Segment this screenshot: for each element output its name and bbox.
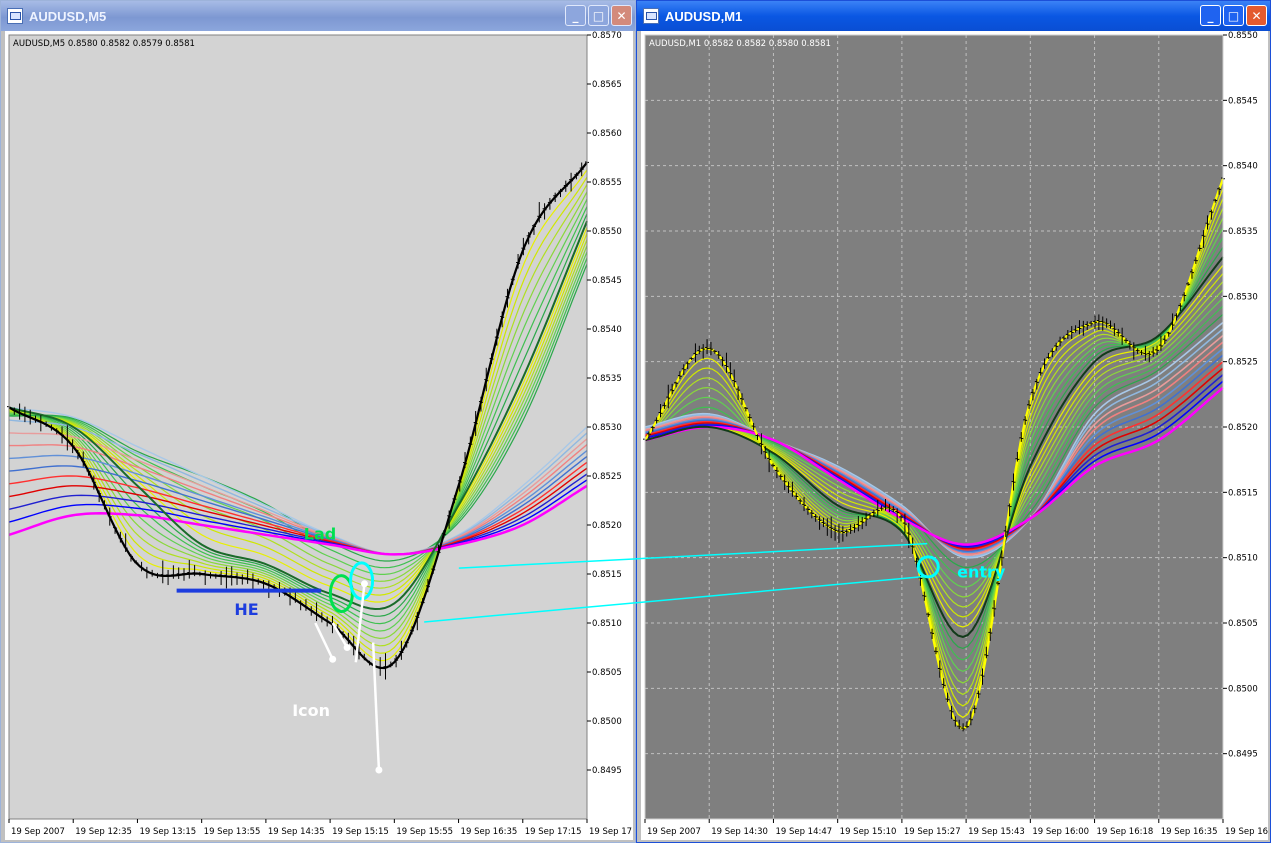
right-chart-area[interactable]: 0.8550 0.8545 0.8540 0.8535 0.8530 0.8525 0.85… [641,31,1268,840]
icon-arrow-head [329,655,337,663]
y-tick-label: 0.8565 [592,80,622,90]
x-tick-label: 19 Sep 16:35 [461,827,518,837]
y-tick-label: 0.8495 [1228,750,1258,760]
minimize-button[interactable]: _ [565,5,586,26]
he-label: HE [234,600,258,619]
y-tick-label: 0.8525 [592,472,622,482]
y-tick-label: 0.8540 [592,325,622,335]
chart-window-icon [643,8,659,24]
y-tick-label: 0.8530 [592,423,622,433]
icon-arrow-head [375,766,383,774]
y-tick-label: 0.8515 [592,570,622,580]
entry-label: entry [957,562,1006,581]
chart-window-icon [7,8,23,24]
m1-chart[interactable]: 0.8550 0.8545 0.8540 0.8535 0.8530 0.8525 0.85… [641,31,1268,840]
y-tick-label: 0.8550 [1228,31,1258,41]
x-tick-label: 19 Sep 14:35 [268,827,325,837]
x-tick-label: 19 Sep 16:00 [1032,827,1089,837]
x-tick-label: 19 Sep 2007 [11,827,65,837]
y-tick-label: 0.8535 [1228,227,1258,237]
x-tick-label: 19 Sep 15:43 [968,827,1025,837]
y-tick-label: 0.8545 [592,276,622,286]
y-tick-label: 0.8510 [1228,554,1258,564]
icon-arrow-head [343,644,351,651]
y-tick-label: 0.8570 [592,31,622,41]
x-tick-label: 19 Sep 13:55 [204,827,261,837]
chart-header-label: AUDUSD,M5 0.8580 0.8582 0.8579 0.8581 [13,39,195,49]
y-tick-label: 0.8495 [592,766,622,776]
minimize-button[interactable]: _ [1200,5,1221,26]
y-tick-label: 0.8560 [592,129,622,139]
maximize-button[interactable]: □ [1223,5,1244,26]
y-tick-label: 0.8500 [592,717,622,727]
y-tick-label: 0.8520 [1228,423,1258,433]
left-titlebar[interactable]: AUDUSD,M5 _ □ ✕ [1,1,635,31]
x-tick-label: 19 Sep 15:27 [904,827,961,837]
close-button[interactable]: ✕ [1246,5,1267,26]
left-chart-area[interactable]: 0.8570 0.8565 0.8560 0.8555 0.8550 0.8545 0.85… [5,31,633,840]
y-tick-label: 0.8555 [592,178,622,188]
x-tick-label: 19 Sep 16:5 [1225,827,1268,837]
x-tick-label: 19 Sep 16:35 [1161,827,1218,837]
left-window-title: AUDUSD,M5 [29,8,107,24]
y-tick-label: 0.8510 [592,619,622,629]
x-tick-label: 19 Sep 17:5 [589,827,633,837]
right-window-title: AUDUSD,M1 [665,8,743,24]
close-button[interactable]: ✕ [611,5,632,26]
chart-header-label: AUDUSD,M1 0.8582 0.8582 0.8580 0.8581 [649,39,831,49]
lad-label: Lad [304,525,336,544]
x-tick-label: 19 Sep 12:35 [75,827,132,837]
right-titlebar[interactable]: AUDUSD,M1 _ □ ✕ [637,1,1270,31]
m5-chart[interactable]: 0.8570 0.8565 0.8560 0.8555 0.8550 0.8545 0.85… [5,31,633,840]
x-tick-label: 19 Sep 13:15 [139,827,196,837]
icon-arrow-head [360,580,368,588]
y-tick-label: 0.8530 [1228,292,1258,302]
x-tick-label: 19 Sep 17:15 [525,827,582,837]
x-tick-label: 19 Sep 14:30 [711,827,768,837]
icon-label: Icon [292,701,330,720]
x-tick-label: 19 Sep 15:15 [332,827,389,837]
left-chart-window[interactable]: AUDUSD,M5 _ □ ✕ 0.8570 0.8565 0.8560 0.8555… [0,0,636,843]
y-tick-label: 0.8540 [1228,162,1258,172]
x-tick-label: 19 Sep 2007 [647,827,701,837]
y-tick-label: 0.8505 [592,668,622,678]
right-chart-window[interactable]: AUDUSD,M1 _ □ ✕ 0.8550 0.8545 0.8540 0.8535… [636,0,1271,843]
y-tick-label: 0.8520 [592,521,622,531]
y-tick-label: 0.8550 [592,227,622,237]
x-tick-label: 19 Sep 15:55 [396,827,453,837]
x-tick-label: 19 Sep 15:10 [840,827,897,837]
y-tick-label: 0.8535 [592,374,622,384]
y-tick-label: 0.8515 [1228,488,1258,498]
y-tick-label: 0.8500 [1228,684,1258,694]
y-tick-label: 0.8545 [1228,96,1258,106]
x-tick-label: 19 Sep 16:18 [1097,827,1154,837]
x-tick-label: 19 Sep 14:47 [775,827,832,837]
y-tick-label: 0.8525 [1228,358,1258,368]
maximize-button[interactable]: □ [588,5,609,26]
y-tick-label: 0.8505 [1228,619,1258,629]
